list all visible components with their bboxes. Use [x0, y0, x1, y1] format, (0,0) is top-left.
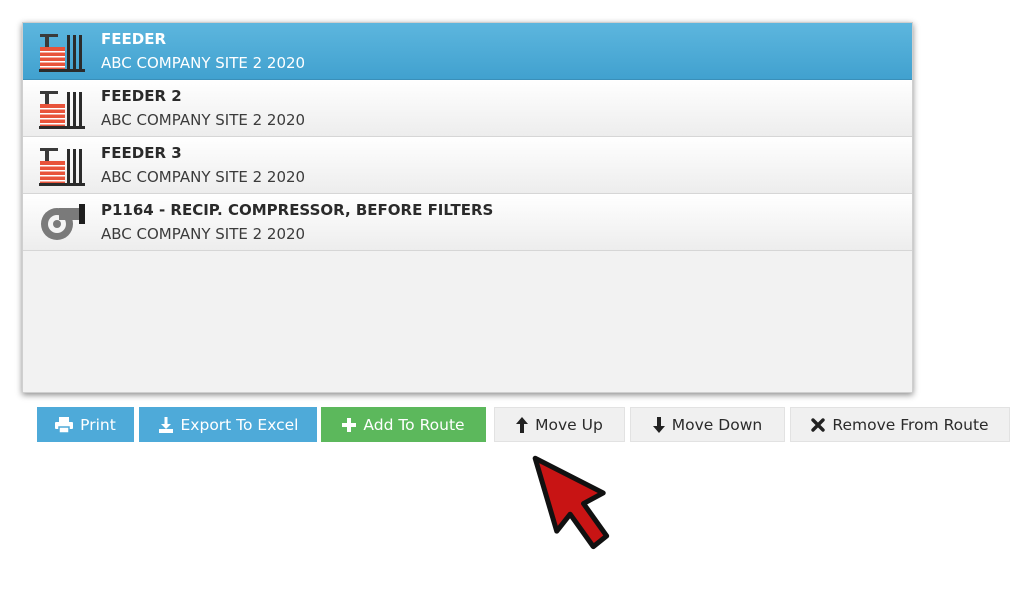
move-up-label: Move Up — [535, 415, 603, 434]
move-down-label: Move Down — [671, 415, 763, 434]
print-button[interactable]: Print — [37, 407, 134, 442]
list-item-title: FEEDER 3 — [101, 144, 182, 162]
list-item-subtitle: ABC COMPANY SITE 2 2020 — [101, 168, 306, 186]
printer-icon — [55, 416, 74, 433]
remove-from-route-label: Remove From Route — [832, 415, 989, 434]
move-down-button[interactable]: Move Down — [630, 407, 785, 442]
list-item-subtitle: ABC COMPANY SITE 2 2020 — [101, 111, 306, 129]
factory-icon — [37, 145, 87, 187]
arrow-down-icon — [652, 416, 665, 433]
list-item[interactable]: FEEDER 2 ABC COMPANY SITE 2 2020 — [23, 80, 912, 137]
remove-from-route-button[interactable]: Remove From Route — [790, 407, 1010, 442]
list-item-title: P1164 - RECIP. COMPRESSOR, BEFORE FILTER… — [101, 201, 494, 219]
list-item-subtitle: ABC COMPANY SITE 2 2020 — [101, 225, 306, 243]
arrow-up-icon — [516, 416, 529, 433]
list-item-title: FEEDER — [101, 30, 166, 48]
list-item[interactable]: FEEDER 3 ABC COMPANY SITE 2 2020 — [23, 137, 912, 194]
list-item[interactable]: P1164 - RECIP. COMPRESSOR, BEFORE FILTER… — [23, 194, 912, 251]
list-item-title: FEEDER 2 — [101, 87, 182, 105]
download-icon — [158, 416, 174, 433]
plus-icon — [342, 417, 357, 432]
factory-icon — [37, 88, 87, 130]
add-to-route-button[interactable]: Add To Route — [321, 407, 486, 442]
move-up-button[interactable]: Move Up — [494, 407, 625, 442]
factory-icon — [37, 31, 87, 73]
compressor-icon — [37, 202, 87, 244]
print-label: Print — [80, 415, 116, 434]
close-icon — [811, 417, 826, 432]
list-item-subtitle: ABC COMPANY SITE 2 2020 — [101, 54, 306, 72]
callout-arrow — [532, 455, 610, 550]
route-items-list: FEEDER ABC COMPANY SITE 2 2020 FEEDER 2 … — [22, 22, 913, 393]
add-to-route-label: Add To Route — [363, 415, 465, 434]
export-to-excel-button[interactable]: Export To Excel — [139, 407, 317, 442]
export-label: Export To Excel — [180, 415, 299, 434]
list-item[interactable]: FEEDER ABC COMPANY SITE 2 2020 — [23, 23, 912, 80]
